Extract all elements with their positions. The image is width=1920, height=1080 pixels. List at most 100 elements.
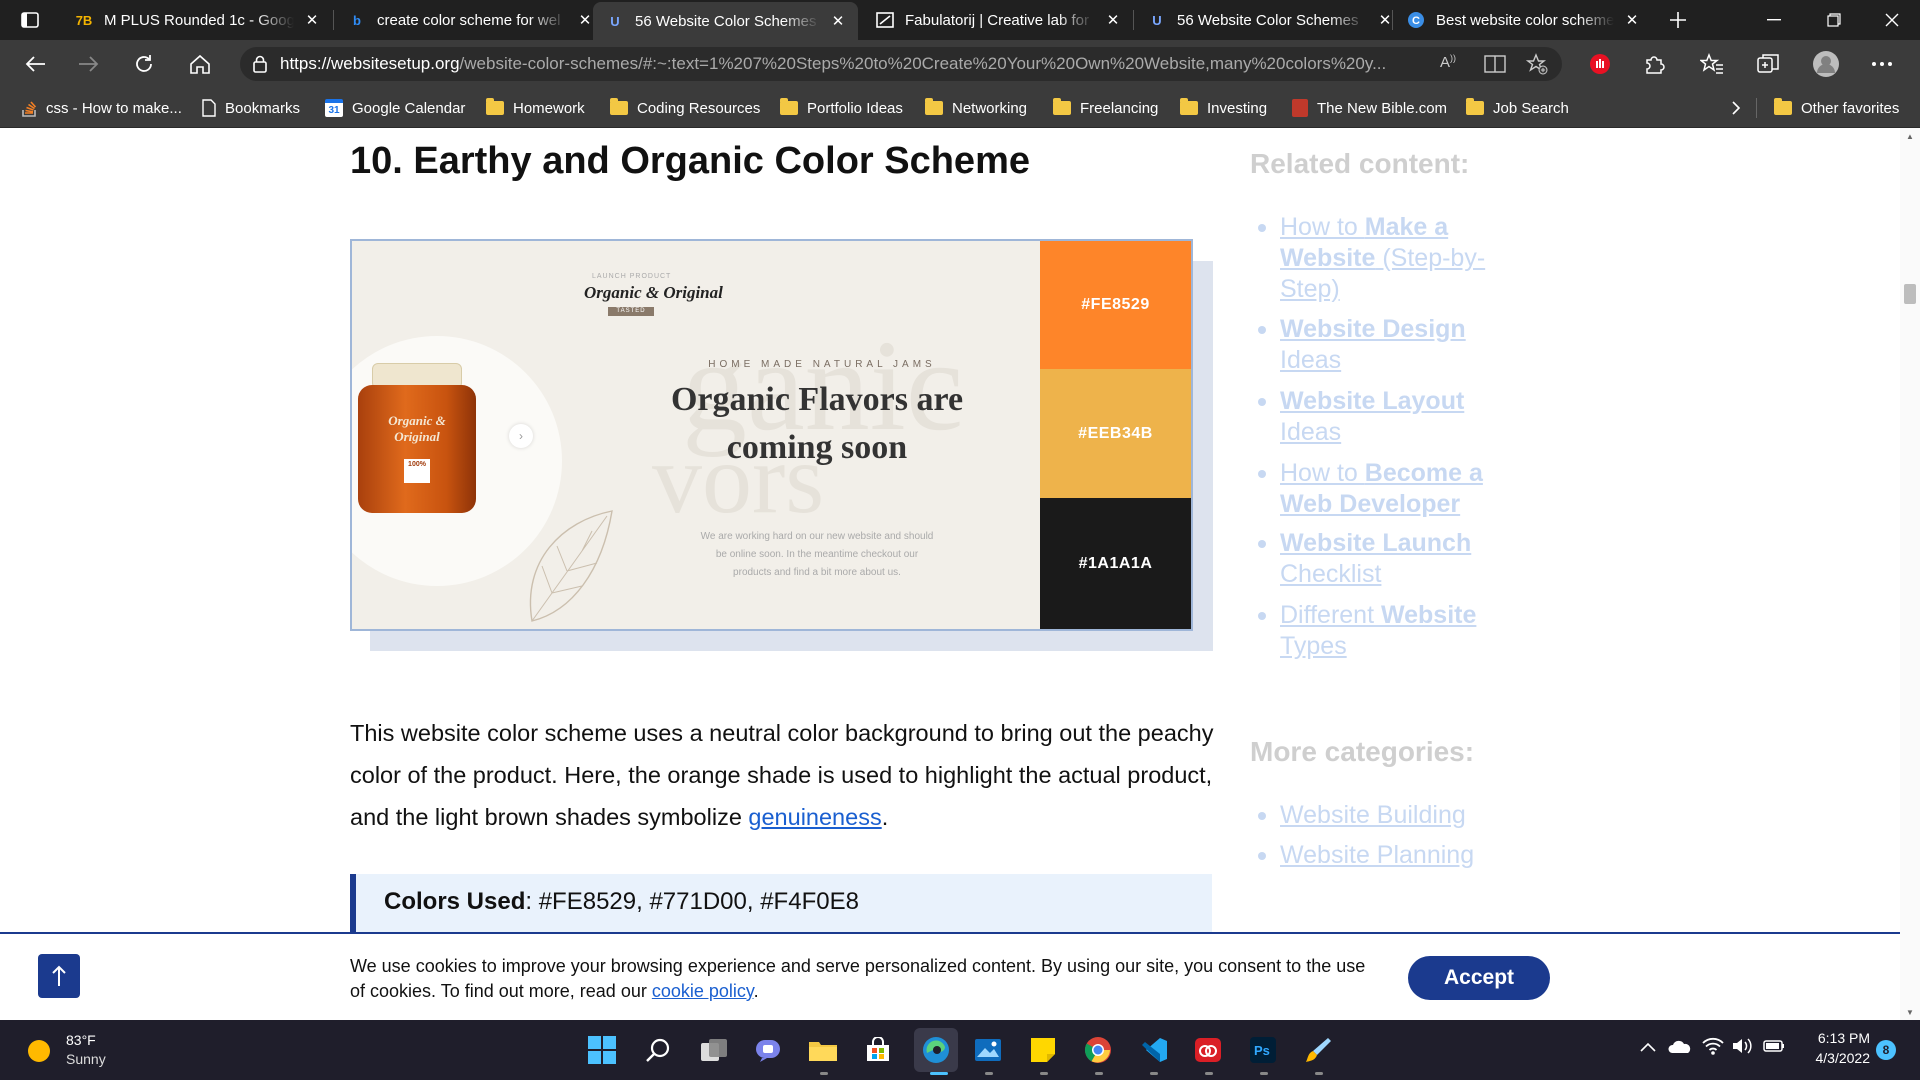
notification-badge[interactable]: 8 [1876, 1040, 1896, 1060]
related-link[interactable]: Website Layout Ideas [1258, 386, 1520, 448]
cookie-text: We use cookies to improve your browsing … [350, 956, 1366, 1001]
swatch-orange: #FE8529 [1040, 241, 1191, 369]
close-tab-icon[interactable]: ✕ [304, 11, 320, 29]
related-link[interactable]: Different Website Types [1258, 600, 1520, 662]
lock-icon[interactable] [240, 55, 280, 73]
bookmark-css[interactable]: css - How to make... [21, 96, 182, 120]
color-scheme-image: ganic vors LAUNCH PRODUCT Organic & Orig… [350, 239, 1213, 651]
swatch-black: #1A1A1A [1040, 498, 1191, 629]
chevron-right-icon[interactable] [1731, 96, 1741, 120]
settings-more-icon[interactable] [1866, 48, 1898, 80]
weather-widget[interactable]: 83°F Sunny [26, 1030, 146, 1070]
edge-icon[interactable] [914, 1028, 958, 1072]
genuineness-link[interactable]: genuineness [748, 804, 881, 830]
tab-google-fonts[interactable]: 7B M PLUS Rounded 1c - Goog ✕ [62, 0, 332, 40]
tab-websitesetup-active[interactable]: U 56 Website Color Schemes ✕ [593, 2, 858, 40]
volume-icon[interactable] [1732, 1037, 1754, 1055]
scroll-down-icon[interactable]: ▼ [1906, 1008, 1914, 1017]
refresh-icon[interactable] [128, 48, 160, 80]
cookie-banner: We use cookies to improve your browsing … [0, 932, 1914, 1020]
close-window-icon[interactable] [1864, 0, 1920, 40]
vertical-scrollbar[interactable]: ▲ [1900, 128, 1920, 1020]
back-icon[interactable] [19, 48, 51, 80]
file-explorer-icon[interactable] [805, 1032, 841, 1068]
tab-actions-icon[interactable] [10, 8, 50, 32]
clock-date[interactable]: 4/3/2022 [1790, 1050, 1871, 1066]
close-tab-icon[interactable]: ✕ [1105, 11, 1121, 29]
immersive-reader-icon[interactable] [1484, 55, 1506, 73]
vscode-icon[interactable] [1136, 1032, 1172, 1068]
page-icon [202, 99, 216, 117]
category-link[interactable]: Website Building [1258, 800, 1520, 831]
favorites-icon[interactable] [1696, 48, 1728, 80]
bing-icon: b [353, 12, 361, 28]
tab-bing[interactable]: b create color scheme for wel ✕ [335, 0, 605, 40]
related-link[interactable]: How to Make a Website (Step-by-Step) [1258, 212, 1520, 305]
extension-red-icon[interactable] [1584, 48, 1616, 80]
sticky-notes-icon[interactable] [1025, 1032, 1061, 1068]
brand-logo: Organic & Original [584, 283, 723, 302]
profile-avatar-icon[interactable] [1810, 48, 1842, 80]
photos-icon[interactable] [970, 1032, 1006, 1068]
bookmark-networking[interactable]: Networking [925, 96, 1027, 120]
creative-cloud-icon[interactable] [1190, 1032, 1226, 1068]
bookmark-new-bible[interactable]: The New Bible.com [1292, 96, 1447, 120]
url-text[interactable]: https://websitesetup.org/website-color-s… [280, 54, 1460, 74]
photoshop-icon[interactable]: Ps [1245, 1032, 1281, 1068]
tab-copilot[interactable]: C Best website color scheme ✕ [1394, 0, 1652, 40]
paint-brush-icon[interactable] [1300, 1032, 1336, 1068]
bookmark-other-favorites[interactable]: Other favorites [1774, 96, 1899, 120]
add-favorite-icon[interactable] [1526, 53, 1548, 75]
close-tab-icon[interactable]: ✕ [830, 12, 846, 30]
close-tab-icon[interactable]: ✕ [1377, 11, 1393, 29]
bookmark-investing[interactable]: Investing [1180, 96, 1267, 120]
restore-icon[interactable] [1806, 0, 1862, 40]
extensions-icon[interactable] [1638, 48, 1670, 80]
wifi-icon[interactable] [1702, 1037, 1724, 1055]
scroll-up-icon[interactable]: ▲ [1906, 132, 1914, 141]
clock-time[interactable]: 6:13 PM [1790, 1030, 1870, 1046]
more-categories-heading: More categories: [1250, 736, 1475, 767]
new-tab-icon[interactable] [1664, 6, 1692, 34]
chrome-icon[interactable] [1080, 1032, 1116, 1068]
onedrive-icon[interactable] [1668, 1040, 1692, 1054]
related-link[interactable]: Website Design Ideas [1258, 314, 1520, 376]
cookie-policy-link[interactable]: cookie policy [652, 981, 754, 1001]
task-view-icon[interactable] [696, 1032, 732, 1068]
chevron-up-icon[interactable] [1640, 1042, 1656, 1052]
bookmark-google-calendar[interactable]: 31 Google Calendar [325, 96, 465, 120]
forward-icon[interactable] [73, 48, 105, 80]
home-icon[interactable] [184, 48, 216, 80]
address-bar[interactable]: https://websitesetup.org/website-color-s… [240, 47, 1562, 81]
bookmark-bookmarks[interactable]: Bookmarks [202, 96, 300, 120]
accept-cookies-button[interactable]: Accept [1408, 956, 1550, 1000]
carousel-next-icon[interactable]: › [509, 424, 533, 448]
close-tab-icon[interactable]: ✕ [1624, 11, 1640, 29]
minimize-icon[interactable] [1746, 0, 1802, 40]
microsoft-store-icon[interactable] [860, 1032, 896, 1068]
leaf-illustration-icon [529, 510, 613, 622]
battery-icon[interactable] [1762, 1038, 1786, 1054]
tab-websitesetup-2[interactable]: U 56 Website Color Schemes ✕ [1135, 0, 1405, 40]
related-link[interactable]: How to Become a Web Developer [1258, 458, 1520, 520]
bookmark-coding-resources[interactable]: Coding Resources [610, 96, 760, 120]
bookmark-job-search[interactable]: Job Search [1466, 96, 1569, 120]
collections-icon[interactable] [1752, 48, 1784, 80]
bookmark-freelancing[interactable]: Freelancing [1053, 96, 1158, 120]
tab-fabulatorij[interactable]: Fabulatorij | Creative lab for ✕ [863, 0, 1133, 40]
related-link[interactable]: Website Launch Checklist [1258, 528, 1520, 590]
teams-chat-icon[interactable] [750, 1032, 786, 1068]
search-icon[interactable] [640, 1032, 676, 1068]
related-content-heading: Related content: [1250, 148, 1470, 179]
windows-start-icon[interactable] [584, 1032, 620, 1068]
category-link[interactable]: Website Planning [1258, 840, 1520, 871]
back-to-top-icon[interactable] [38, 954, 80, 998]
close-tab-icon[interactable]: ✕ [577, 11, 593, 29]
websitesetup-icon: U [1152, 12, 1162, 28]
bookmark-portfolio-ideas[interactable]: Portfolio Ideas [780, 96, 903, 120]
fabulatorij-icon [875, 10, 895, 30]
read-aloud-icon[interactable]: A)) [1440, 53, 1456, 71]
bookmark-homework[interactable]: Homework [486, 96, 585, 120]
scrollbar-thumb[interactable] [1904, 284, 1916, 304]
colors-used-callout: Colors Used: #FE8529, #771D00, #F4F0E8 [350, 874, 1212, 936]
